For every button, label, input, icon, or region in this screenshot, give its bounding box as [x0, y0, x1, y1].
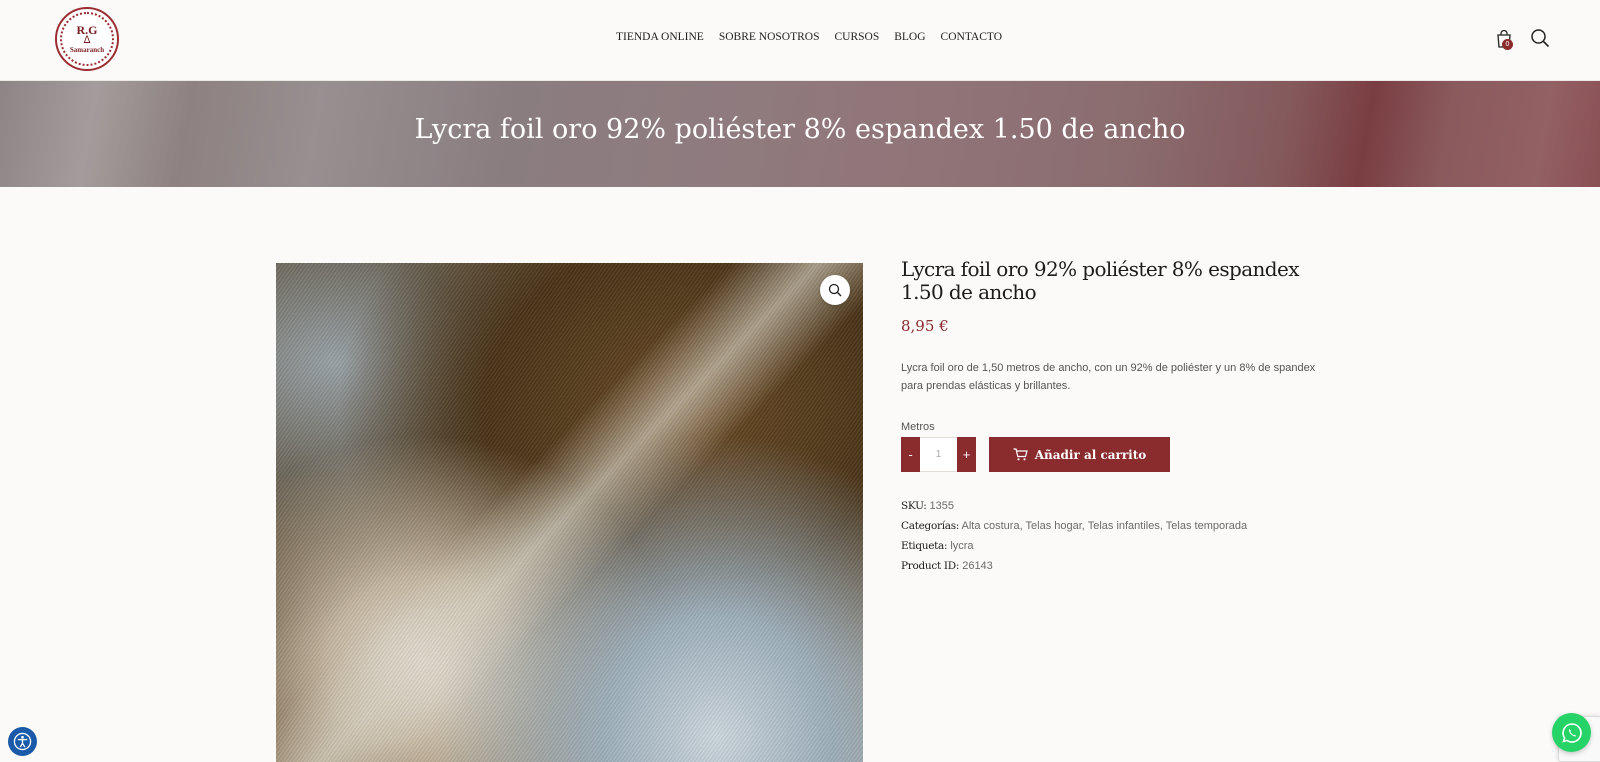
- sku-row: SKU: 1355: [901, 499, 1351, 513]
- category-link[interactable]: Telas infantiles: [1088, 520, 1160, 532]
- product-title: Lycra foil oro 92% poliéster 8% espandex…: [901, 257, 1300, 304]
- categories-label: Categorías:: [901, 520, 960, 532]
- site-header: R.G ᐃ Samaranch TIENDA ONLINE SOBRE NOSO…: [0, 0, 1600, 81]
- nav-item-sobre-nosotros[interactable]: SOBRE NOSOTROS: [719, 31, 820, 43]
- logo-text-line2: Samaranch: [69, 45, 105, 54]
- nav-item-contacto[interactable]: CONTACTO: [941, 31, 1002, 43]
- search-icon[interactable]: [1530, 28, 1550, 48]
- fabric-texture: [276, 263, 863, 762]
- logo-text-line1: R.G: [76, 22, 98, 37]
- nav-item-blog[interactable]: BLOG: [894, 31, 925, 43]
- sku-value: 1355: [929, 500, 955, 512]
- whatsapp-button[interactable]: [1552, 713, 1591, 752]
- product-summary: Lycra foil oro 92% poliéster 8% espandex…: [901, 258, 1331, 304]
- quantity-label: Metros: [901, 421, 935, 433]
- product-description: Lycra foil oro de 1,50 metros de ancho, …: [901, 362, 1316, 392]
- main-nav: TIENDA ONLINE SOBRE NOSOTROS CURSOS BLOG…: [616, 31, 1002, 43]
- banner-title: Lycra foil oro 92% poliéster 8% espandex…: [414, 114, 1186, 145]
- quantity-decrease-button[interactable]: -: [901, 437, 920, 472]
- tag-label: Etiqueta:: [901, 540, 948, 552]
- category-link[interactable]: Telas temporada: [1166, 520, 1247, 532]
- product-id-value: 26143: [962, 560, 993, 572]
- zoom-icon: [828, 283, 842, 297]
- product-price: 8,95 €: [901, 317, 949, 335]
- nav-item-cursos[interactable]: CURSOS: [834, 31, 879, 43]
- site-logo[interactable]: R.G ᐃ Samaranch: [55, 7, 119, 71]
- whatsapp-icon: [1561, 722, 1582, 743]
- quantity-increase-button[interactable]: +: [957, 437, 976, 472]
- cart-count-badge: 0: [1502, 39, 1513, 50]
- zoom-button[interactable]: [820, 275, 850, 305]
- page-title-banner: Lycra foil oro 92% poliéster 8% espandex…: [0, 81, 1600, 187]
- category-link[interactable]: Telas hogar: [1026, 520, 1082, 532]
- cart-icon: [1013, 448, 1028, 461]
- category-link[interactable]: Alta costura: [962, 520, 1020, 532]
- add-to-cart-button[interactable]: Añadir al carrito: [989, 437, 1170, 472]
- sku-label: SKU:: [901, 500, 927, 512]
- tag-row: Etiqueta: lycra: [901, 539, 1351, 553]
- nav-item-tienda-online[interactable]: TIENDA ONLINE: [616, 31, 704, 43]
- categories-row: Categorías: Alta costura, Telas hogar, T…: [901, 520, 1248, 532]
- quantity-input[interactable]: [920, 437, 957, 472]
- tag-link[interactable]: lycra: [950, 540, 973, 552]
- product-id-label: Product ID:: [901, 560, 960, 572]
- product-id-row: Product ID: 26143: [901, 559, 1351, 573]
- product-image[interactable]: [276, 263, 863, 762]
- logo-figure-icon: ᐃ: [83, 34, 91, 46]
- add-to-cart-label: Añadir al carrito: [1034, 447, 1147, 462]
- accessibility-button[interactable]: [8, 727, 37, 756]
- accessibility-icon: [13, 732, 32, 751]
